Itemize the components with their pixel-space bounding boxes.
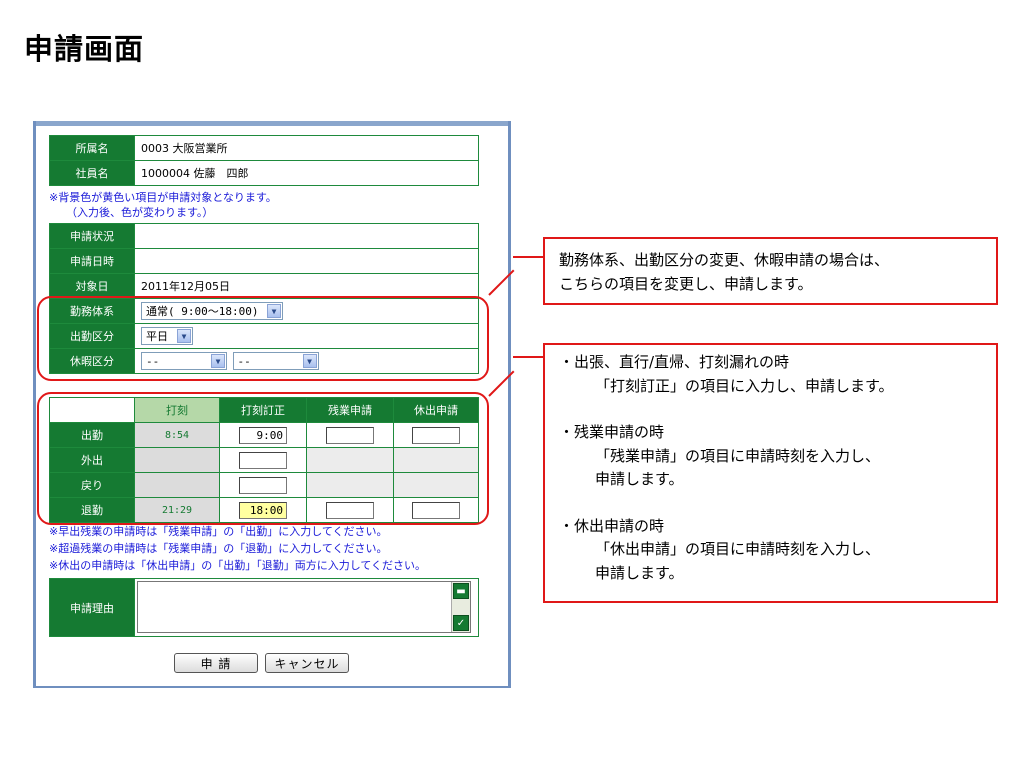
affiliation-value: 0003 大阪営業所 (134, 135, 479, 161)
affiliation-label: 所属名 (49, 135, 135, 161)
reason-scrollbar[interactable]: ▬ ✓ (451, 582, 470, 632)
scroll-up-icon[interactable]: ▬ (453, 583, 469, 599)
apply-date-label: 申請日時 (49, 248, 135, 274)
callout-time-fields: ・出張、直行/直帰、打刻漏れの時 「打刻訂正」の項目に入力し、申請します。 ・残… (543, 343, 998, 603)
panel-top-bar (36, 121, 508, 126)
apply-date-value (134, 248, 479, 274)
apply-date-row: 申請日時 (49, 248, 479, 274)
highlight-time-grid (37, 392, 489, 525)
status-label: 申請状況 (49, 223, 135, 249)
target-date-label: 対象日 (49, 273, 135, 299)
status-value (134, 223, 479, 249)
highlight-select-area (37, 296, 489, 381)
note-color-change: （入力後、色が変わります。） (66, 206, 214, 219)
affiliation-row: 所属名 0003 大阪営業所 (49, 135, 479, 161)
callout-line: 申請します。 (595, 470, 684, 488)
callout-line: こちらの項目を変更し、申請します。 (559, 275, 813, 293)
page-title: 申請画面 (24, 32, 145, 66)
status-row: 申請状況 (49, 223, 479, 249)
employee-label: 社員名 (49, 160, 135, 186)
target-date-row: 対象日 2011年12月05日 (49, 273, 479, 299)
apply-button[interactable]: 申 請 (174, 653, 258, 673)
callout-spacer (559, 398, 996, 421)
callout-select-fields: 勤務体系、出勤区分の変更、休暇申請の場合は、 こちらの項目を変更し、申請します。 (543, 237, 998, 305)
employee-value: 1000004 佐藤 四郎 (134, 160, 479, 186)
callout-line: 申請します。 (595, 563, 684, 582)
connector-line-2b (513, 356, 544, 358)
callout-line: 「打刻訂正」の項目に入力し、申請します。 (595, 376, 894, 395)
employee-row: 社員名 1000004 佐藤 四郎 (49, 160, 479, 186)
callout-line: 勤務体系、出勤区分の変更、休暇申請の場合は、 (559, 251, 890, 269)
callout-line: ・出張、直行/直帰、打刻漏れの時 (559, 353, 790, 371)
callout-line: 「残業申請」の項目に申請時刻を入力し、 (595, 446, 881, 465)
cancel-button[interactable]: キャンセル (265, 653, 349, 673)
callout-line: ・残業申請の時 (559, 423, 665, 441)
scroll-down-icon[interactable]: ✓ (453, 615, 469, 631)
note-yellow-target: ※背景色が黄色い項目が申請対象となります。 (49, 191, 277, 204)
reason-textarea[interactable]: ▬ ✓ (137, 581, 471, 633)
target-date-value: 2011年12月05日 (134, 273, 479, 299)
note-excess-overtime: ※超過残業の申請時は「残業申請」の「退勤」に入力してください。 (49, 542, 388, 555)
note-early-overtime: ※早出残業の申請時は「残業申請」の「出勤」に入力してください。 (49, 525, 388, 538)
callout-spacer (559, 492, 996, 515)
reason-label: 申請理由 (49, 578, 135, 637)
callout-line: 「休出申請」の項目に申請時刻を入力し、 (595, 540, 881, 558)
callout-line: ・休出申請の時 (559, 516, 665, 535)
connector-line-1b (513, 256, 544, 258)
employee-info-table: 所属名 0003 大阪営業所 社員名 1000004 佐藤 四郎 (49, 135, 479, 186)
note-holiday-work: ※休出の申請時は「休出申請」の「出勤」「退勤」両方に入力してください。 (49, 559, 427, 572)
